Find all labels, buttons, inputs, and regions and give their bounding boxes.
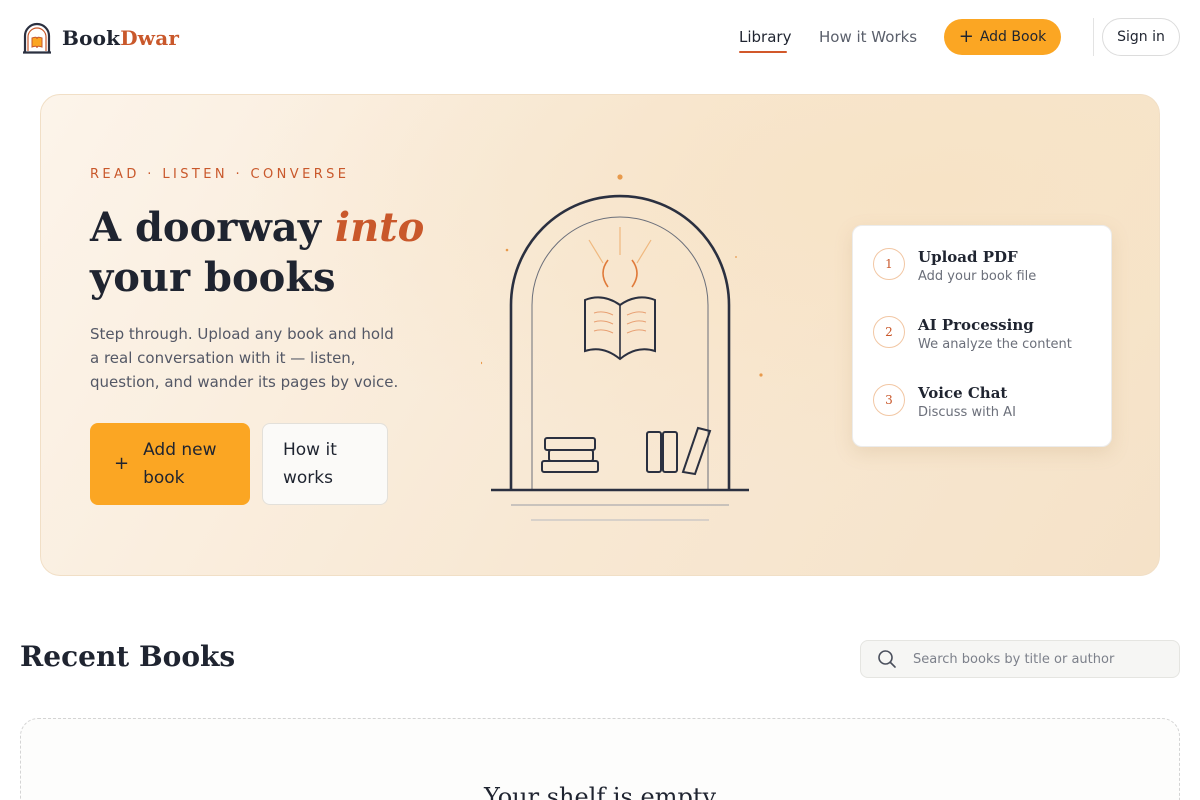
recent-books-title: Recent Books [20, 640, 236, 673]
step-title: AI Processing [918, 316, 1034, 334]
empty-shelf-title: Your shelf is empty [483, 783, 717, 800]
step-subtitle: Discuss with AI [918, 405, 1016, 420]
plus-icon: + [958, 25, 974, 47]
step-upload-pdf: 1 Upload PDF Add your book file [873, 247, 1036, 287]
sparkle-dots [481, 174, 763, 377]
headline-accent: into [334, 204, 425, 251]
empty-shelf-panel: Your shelf is empty [20, 718, 1180, 800]
nav-active-indicator [739, 51, 787, 53]
open-book-icon [584, 296, 656, 361]
step-title: Voice Chat [918, 384, 1008, 402]
how-it-works-button[interactable]: How it works [262, 423, 388, 505]
step-text: Upload PDF Add your book file [918, 247, 1036, 287]
header-divider [1093, 18, 1094, 56]
step-text: AI Processing We analyze the content [918, 315, 1072, 355]
standing-books-icon [646, 426, 712, 476]
nav-library[interactable]: Library [739, 28, 791, 46]
add-new-book-label: Add new book [143, 440, 217, 488]
sign-in-button[interactable]: Sign in [1102, 18, 1180, 56]
step-text: Voice Chat Discuss with AI [918, 383, 1016, 423]
brand-logo[interactable]: BookDwar [22, 22, 179, 54]
nav-how-it-works[interactable]: How it Works [819, 28, 917, 46]
doorway-book-icon [23, 22, 51, 54]
steps-card: 1 Upload PDF Add your book file 2 AI Pro… [852, 225, 1112, 447]
step-voice-chat: 3 Voice Chat Discuss with AI [873, 383, 1016, 423]
add-new-book-button[interactable]: + Add new book [90, 423, 250, 505]
search-icon [878, 650, 896, 668]
hero-eyebrow: READ · LISTEN · CONVERSE [90, 167, 350, 182]
step-number: 1 [873, 248, 905, 280]
search-input[interactable] [913, 651, 1153, 667]
step-number: 3 [873, 384, 905, 416]
doorway-illustration [481, 174, 763, 521]
stacked-books-icon [541, 437, 599, 473]
step-subtitle: Add your book file [918, 269, 1037, 284]
step-title: Upload PDF [918, 248, 1018, 266]
step-subtitle: We analyze the content [918, 337, 1072, 352]
top-header: BookDwar Library How it Works + Add Book… [0, 0, 1200, 75]
brand-name: BookDwar [62, 26, 180, 50]
headline-part1: A doorway [90, 204, 335, 251]
step-number: 2 [873, 316, 905, 348]
how-it-works-label: How it works [283, 440, 337, 488]
plus-icon: + [114, 453, 130, 474]
hero-headline: A doorway into your books [90, 203, 424, 303]
add-book-button[interactable]: + Add Book [944, 19, 1061, 55]
step-ai-processing: 2 AI Processing We analyze the content [873, 315, 1072, 355]
hero-panel: READ · LISTEN · CONVERSE A doorway into … [40, 94, 1160, 576]
search-box[interactable] [860, 640, 1180, 678]
headline-part2: your books [90, 254, 336, 301]
add-book-label: Add Book [979, 29, 1047, 45]
hero-description: Step through. Upload any book and hold a… [90, 325, 399, 391]
